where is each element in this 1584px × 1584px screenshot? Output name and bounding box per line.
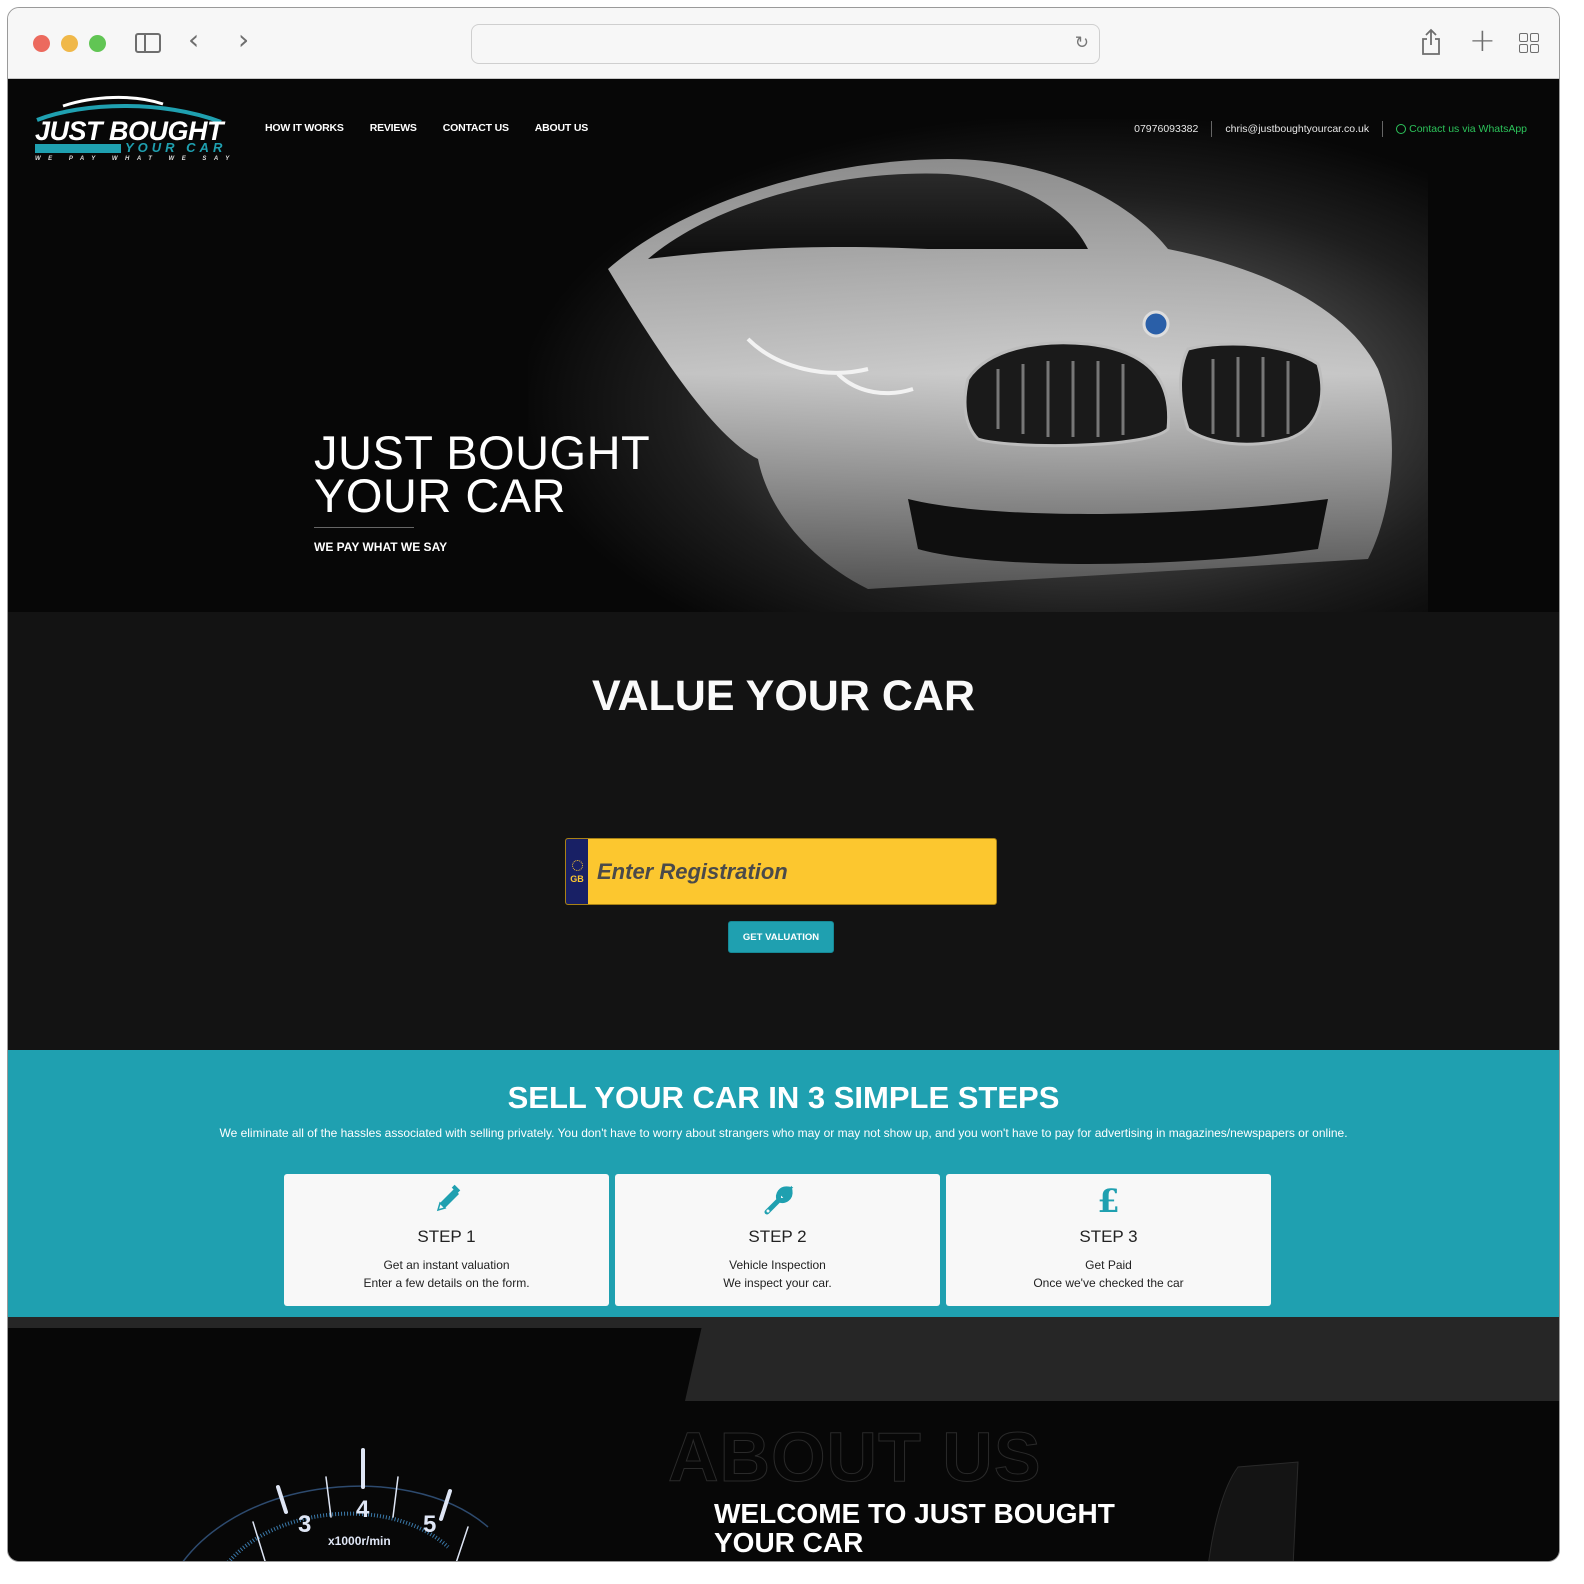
step-description: Enter a few details on the form. [363, 1276, 530, 1290]
new-tab-plus-icon[interactable]: + [1469, 24, 1496, 56]
gauge-label: 5 [423, 1511, 436, 1538]
about-ghost-title: ABOUT US [668, 1418, 1042, 1497]
back-arrow-icon[interactable]: ‹ [188, 26, 199, 54]
whatsapp-link[interactable]: Contact us via WhatsApp [1396, 123, 1527, 135]
web-page: JUST BOUGHT YOUR CAR WE PAY WHAT WE SAY … [8, 79, 1559, 1561]
hero-divider [314, 527, 414, 528]
minimize-window-button[interactable] [61, 35, 78, 52]
zoom-window-button[interactable] [89, 35, 106, 52]
step-description: Once we've checked the car [1033, 1276, 1184, 1290]
hero-title: JUST BOUGHT YOUR CAR [314, 429, 650, 519]
pencil-icon [284, 1184, 609, 1218]
hero-tagline: WE PAY WHAT WE SAY [314, 540, 448, 554]
gauge-label: 4 [356, 1496, 370, 1523]
steps-description: We eliminate all of the hassles associat… [219, 1126, 1348, 1140]
gauge-label: 3 [298, 1511, 311, 1538]
tachometer-image: 3 4 5 x1000r/min [182, 1448, 489, 1561]
hero-section: JUST BOUGHT YOUR CAR WE PAY WHAT WE SAY … [8, 79, 1559, 612]
step-card: STEP 2 Vehicle Inspection We inspect you… [615, 1174, 940, 1306]
registration-input[interactable] [588, 839, 996, 904]
step-heading: Get Paid [1085, 1258, 1132, 1272]
divider [1211, 121, 1213, 137]
gauge-unit: x1000r/min [328, 1534, 391, 1548]
step-heading: Vehicle Inspection [729, 1258, 826, 1272]
hero-title-line2: YOUR CAR [314, 469, 567, 522]
browser-toolbar: ‹ › ↻ + [8, 8, 1559, 79]
step-title: STEP 2 [748, 1227, 807, 1246]
plate-country-band: GB [566, 839, 588, 904]
nav-how-it-works[interactable]: HOW IT WORKS [265, 122, 344, 134]
get-valuation-button[interactable]: GET VALUATION [728, 921, 834, 953]
step-title: STEP 1 [417, 1227, 476, 1246]
step-card: STEP 1 Get an instant valuation Enter a … [284, 1174, 609, 1306]
close-window-button[interactable] [33, 35, 50, 52]
nav-about-us[interactable]: ABOUT US [535, 122, 588, 134]
hero-car-image [608, 159, 1392, 589]
pound-icon: £ [1097, 1182, 1120, 1220]
divider [1382, 121, 1384, 137]
about-welcome-heading: WELCOME TO JUST BOUGHT YOUR CAR [714, 1498, 1115, 1558]
nav-contact-us[interactable]: CONTACT US [443, 122, 509, 134]
logo-sub-text: YOUR CAR [125, 140, 227, 155]
tab-overview-icon[interactable] [1519, 33, 1539, 53]
steps-section: SELL YOUR CAR IN 3 SIMPLE STEPS We elimi… [8, 1050, 1559, 1317]
browser-window: ‹ › ↻ + JUST BOUGHT YOUR CAR WE PAY WHAT… [7, 7, 1560, 1562]
whatsapp-icon [1396, 124, 1407, 134]
phone-link[interactable]: 07976093382 [1134, 123, 1198, 135]
step-heading: Get an instant valuation [383, 1258, 510, 1272]
steps-cards: STEP 1 Get an instant valuation Enter a … [284, 1174, 1271, 1306]
about-section: 3 4 5 x1000r/min ABOUT US WELCOME TO JUS… [8, 1317, 1559, 1561]
step-description: We inspect your car. [723, 1276, 832, 1290]
logo-accent-bar [35, 144, 121, 153]
valuation-title: VALUE YOUR CAR [591, 672, 976, 720]
about-car-image [1208, 1461, 1299, 1561]
steps-title: SELL YOUR CAR IN 3 SIMPLE STEPS [507, 1080, 1060, 1115]
whatsapp-label: Contact us via WhatsApp [1409, 123, 1527, 135]
forward-arrow-icon[interactable]: › [238, 26, 249, 54]
sidebar-toggle-icon[interactable] [135, 33, 161, 53]
share-icon[interactable] [1421, 28, 1441, 56]
step-title: STEP 3 [1079, 1227, 1138, 1246]
email-link[interactable]: chris@justboughtyourcar.co.uk [1225, 123, 1369, 135]
reload-icon[interactable]: ↻ [1075, 33, 1089, 53]
registration-plate-field: GB [565, 838, 997, 905]
step-card: £ STEP 3 Get Paid Once we've checked the… [946, 1174, 1271, 1306]
logo-tagline: WE PAY WHAT WE SAY [35, 156, 237, 162]
site-logo[interactable]: JUST BOUGHT YOUR CAR WE PAY WHAT WE SAY [33, 94, 229, 166]
eu-stars-icon [571, 859, 583, 871]
decorative-slant-panel [685, 1317, 1559, 1401]
valuation-section: VALUE YOUR CAR GB GET VALUATION [8, 612, 1559, 1050]
plate-country-code: GB [570, 873, 584, 884]
nav-reviews[interactable]: REVIEWS [370, 122, 417, 134]
wrench-icon [615, 1184, 940, 1218]
address-bar[interactable]: ↻ [471, 24, 1100, 64]
main-nav: HOW IT WORKS REVIEWS CONTACT US ABOUT US [265, 122, 588, 134]
contact-bar: 07976093382 chris@justboughtyourcar.co.u… [1134, 121, 1527, 137]
